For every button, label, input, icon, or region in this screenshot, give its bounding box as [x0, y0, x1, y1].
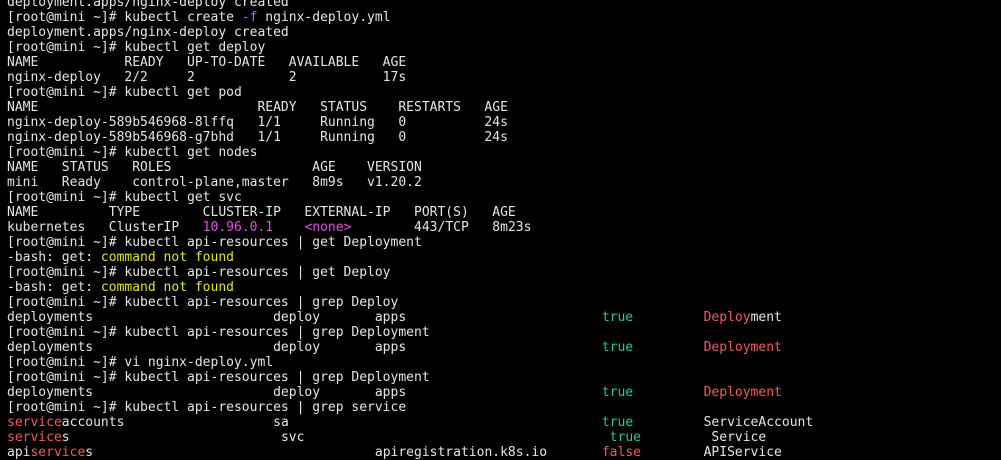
terminal-text: mini Ready control-plane,master 8m9s v1.… — [7, 175, 422, 190]
terminal-line: [root@mini ~]# kubectl get svc — [7, 190, 813, 205]
terminal-text: true — [601, 310, 634, 325]
terminal-line: [root@mini ~]# kubectl api-resources | g… — [7, 265, 813, 280]
terminal-text: [root@mini ~]# kubectl api-resources | g… — [7, 370, 430, 385]
terminal-text: s svc — [61, 430, 610, 445]
terminal-line: [root@mini ~]# kubectl api-resources | g… — [7, 400, 813, 415]
terminal-text: [root@mini ~]# kubectl get deploy — [7, 40, 266, 55]
terminal-text: [root@mini ~]# kubectl get pod — [7, 85, 242, 100]
terminal-text: APIService — [640, 445, 782, 460]
terminal-line: [root@mini ~]# kubectl api-resources | g… — [7, 325, 813, 340]
terminal-text: deployment.apps/nginx-deploy created — [7, 0, 289, 10]
terminal-line: NAME READY STATUS RESTARTS AGE — [7, 100, 813, 115]
terminal-line: [root@mini ~]# kubectl get nodes — [7, 145, 813, 160]
terminal-text: false — [601, 445, 641, 460]
terminal-line: NAME TYPE CLUSTER-IP EXTERNAL-IP PORT(S)… — [7, 205, 813, 220]
terminal-line: deployments deploy apps true Deployment — [7, 310, 813, 325]
terminal-line: deployment.apps/nginx-deploy created — [7, 0, 813, 10]
terminal-line: -bash: get: command not found — [7, 250, 813, 265]
terminal-text: NAME TYPE CLUSTER-IP EXTERNAL-IP PORT(S)… — [7, 205, 516, 220]
terminal-text: [root@mini ~]# kubectl api-resources | g… — [7, 265, 391, 280]
terminal-window[interactable]: deployment.apps/nginx-deploy created [roo… — [0, 0, 1001, 460]
terminal-text: -bash: get: — [7, 250, 101, 265]
terminal-text: s apiregistration.k8s.io — [85, 445, 602, 460]
terminal-text: NAME READY STATUS RESTARTS AGE — [7, 100, 508, 115]
terminal-text: ServiceAccount — [633, 415, 814, 430]
terminal-text: ment — [750, 310, 782, 325]
terminal-text: Deploy — [703, 310, 751, 325]
terminal-text: 443/TCP 8m23s — [351, 220, 532, 235]
terminal-text: nginx-deploy.yml — [257, 10, 391, 25]
terminal-line: deployments deploy apps true Deployment — [7, 385, 813, 400]
terminal-text: [root@mini ~]# kubectl api-resources | g… — [7, 325, 430, 340]
terminal-text: true — [601, 415, 634, 430]
terminal-text: deployments deploy apps — [7, 385, 602, 400]
terminal-text: NAME READY UP-TO-DATE AVAILABLE AGE — [7, 55, 407, 70]
terminal-line: -bash: get: command not found — [7, 280, 813, 295]
terminal-text: [root@mini ~]# kubectl get svc — [7, 190, 242, 205]
terminal-line: serviceaccounts sa true ServiceAccount — [7, 415, 813, 430]
terminal-line: [root@mini ~]# kubectl api-resources | g… — [7, 235, 813, 250]
terminal-text: 10.96.0.1 — [202, 220, 274, 235]
terminal-line: [root@mini ~]# kubectl get pod — [7, 85, 813, 100]
terminal-text: nginx-deploy-589b546968-g7bhd 1/1 Runnin… — [7, 130, 508, 145]
terminal-line: kubernetes ClusterIP 10.96.0.1 <none> 44… — [7, 220, 813, 235]
terminal-text: <none> — [304, 220, 352, 235]
terminal-line: nginx-deploy 2/2 2 2 17s — [7, 70, 813, 85]
terminal-text: Deployment — [703, 385, 782, 400]
terminal-text: accounts sa — [61, 415, 602, 430]
terminal-line: deployments deploy apps true Deployment — [7, 340, 813, 355]
terminal-text: [root@mini ~]# kubectl api-resources | g… — [7, 295, 399, 310]
terminal-text: true — [601, 385, 634, 400]
terminal-text: [root@mini ~]# kubectl get nodes — [7, 145, 258, 160]
terminal-text: command not found — [100, 280, 234, 295]
terminal-line: mini Ready control-plane,master 8m9s v1.… — [7, 175, 813, 190]
terminal-line: services svc true Service — [7, 430, 813, 445]
terminal-text: deployments deploy apps — [7, 340, 602, 355]
terminal-line: nginx-deploy-589b546968-g7bhd 1/1 Runnin… — [7, 130, 813, 145]
terminal-text: service — [7, 415, 62, 430]
terminal-text: NAME STATUS ROLES AGE VERSION — [7, 160, 422, 175]
terminal-text: Service — [640, 430, 767, 445]
terminal-text: -bash: get: — [7, 280, 101, 295]
terminal-line: [root@mini ~]# kubectl get deploy — [7, 40, 813, 55]
terminal-text: Deployment — [703, 340, 782, 355]
terminal-text: service — [7, 430, 62, 445]
terminal-text: true — [601, 340, 634, 355]
terminal-line: NAME STATUS ROLES AGE VERSION — [7, 160, 813, 175]
terminal-line: [root@mini ~]# kubectl api-resources | g… — [7, 370, 813, 385]
terminal-text: command not found — [100, 250, 234, 265]
terminal-line: deployment.apps/nginx-deploy created — [7, 25, 813, 40]
terminal-line: nginx-deploy-589b546968-8lffq 1/1 Runnin… — [7, 115, 813, 130]
terminal-text: nginx-deploy-589b546968-8lffq 1/1 Runnin… — [7, 115, 508, 130]
terminal-text: deployments deploy apps — [7, 310, 602, 325]
terminal-line: [root@mini ~]# vi nginx-deploy.yml — [7, 355, 813, 370]
terminal-text: service — [30, 445, 86, 460]
terminal-text: [root@mini ~]# vi nginx-deploy.yml — [7, 355, 274, 370]
terminal-text: -f — [241, 10, 258, 25]
terminal-text: [root@mini ~]# kubectl create — [7, 10, 242, 25]
terminal-line: [root@mini ~]# kubectl create -f nginx-d… — [7, 10, 813, 25]
terminal-line: apiservices apiregistration.k8s.io false… — [7, 445, 813, 460]
terminal-text: nginx-deploy 2/2 2 2 17s — [7, 70, 407, 85]
terminal-text: true — [609, 430, 641, 445]
terminal-text: api — [7, 445, 31, 460]
terminal-text: deployment.apps/nginx-deploy created — [7, 25, 289, 40]
terminal-line: NAME READY UP-TO-DATE AVAILABLE AGE — [7, 55, 813, 70]
terminal-text: [root@mini ~]# kubectl api-resources | g… — [7, 235, 422, 250]
terminal-output: deployment.apps/nginx-deploy created [roo… — [7, 0, 813, 460]
terminal-text: [root@mini ~]# kubectl api-resources | g… — [7, 400, 407, 415]
terminal-text: kubernetes ClusterIP — [7, 220, 203, 235]
terminal-line: [root@mini ~]# kubectl api-resources | g… — [7, 295, 813, 310]
